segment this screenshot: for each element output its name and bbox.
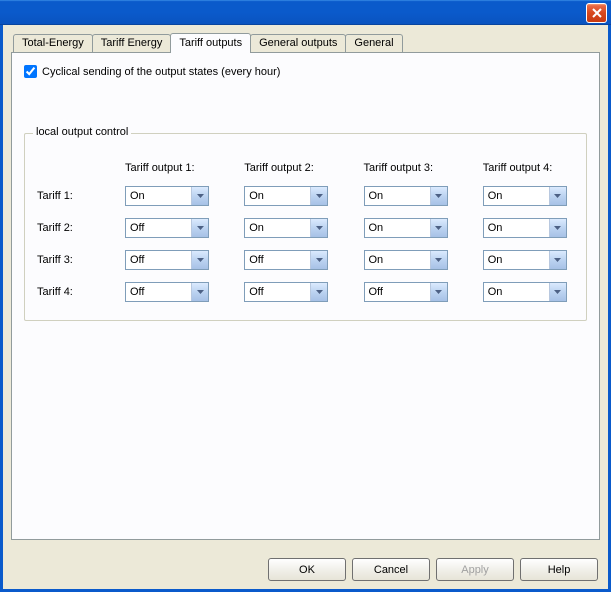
tab-total-energy[interactable]: Total-Energy [13,34,93,52]
chevron-down-icon [549,219,566,237]
chevron-down-icon [191,283,208,301]
chevron-down-icon [430,187,447,205]
chevron-down-icon [191,219,208,237]
chevron-down-icon [430,251,447,269]
col-head-2: Tariff output 2: [244,162,335,174]
tab-label: Tariff outputs [179,37,242,49]
chevron-down-icon [310,219,327,237]
select-value: Off [126,251,191,269]
select-value: On [365,251,430,269]
row-head-3: Tariff 3: [37,254,97,266]
select-value: Off [365,283,430,301]
tab-label: General outputs [259,37,337,49]
select-value: Off [245,251,310,269]
chevron-down-icon [430,219,447,237]
select-value: On [484,251,549,269]
select-value: Off [126,219,191,237]
tab-tariff-energy[interactable]: Tariff Energy [92,34,172,52]
select-value: Off [245,283,310,301]
cyclical-sending-checkbox[interactable] [24,65,37,78]
tariff1-output2-select[interactable]: On [244,186,328,206]
tab-strip: Total-Energy Tariff Energy Tariff output… [13,33,600,52]
tariff2-output1-select[interactable]: Off [125,218,209,238]
chevron-down-icon [549,187,566,205]
close-button[interactable] [586,3,607,23]
chevron-down-icon [549,251,566,269]
cyclical-sending-label: Cyclical sending of the output states (e… [42,66,280,78]
button-label: Cancel [374,564,408,576]
button-label: Apply [461,564,489,576]
select-value: On [245,187,310,205]
select-value: Off [126,283,191,301]
select-value: On [245,219,310,237]
select-value: On [484,283,549,301]
button-label: OK [299,564,315,576]
grid-corner [37,168,97,169]
select-value: On [126,187,191,205]
tariff3-output2-select[interactable]: Off [244,250,328,270]
tariff2-output3-select[interactable]: On [364,218,448,238]
tab-panel: Cyclical sending of the output states (e… [11,52,600,540]
select-value: On [484,187,549,205]
chevron-down-icon [549,283,566,301]
local-output-control-group: local output control Tariff output 1: Ta… [24,133,587,321]
col-head-3: Tariff output 3: [364,162,455,174]
tariff4-output2-select[interactable]: Off [244,282,328,302]
chevron-down-icon [310,187,327,205]
select-value: On [484,219,549,237]
tariff3-output3-select[interactable]: On [364,250,448,270]
tab-general[interactable]: General [345,34,402,52]
tab-label: General [354,37,393,49]
chevron-down-icon [310,283,327,301]
title-bar [0,0,611,25]
row-head-2: Tariff 2: [37,222,97,234]
tariff3-output1-select[interactable]: Off [125,250,209,270]
cyclical-sending-row: Cyclical sending of the output states (e… [24,65,587,78]
tariff4-output3-select[interactable]: Off [364,282,448,302]
col-head-1: Tariff output 1: [125,162,216,174]
chevron-down-icon [191,187,208,205]
tab-general-outputs[interactable]: General outputs [250,34,346,52]
tariff1-output4-select[interactable]: On [483,186,567,206]
ok-button[interactable]: OK [268,558,346,581]
row-head-1: Tariff 1: [37,190,97,202]
group-title: local output control [33,126,131,138]
tariff1-output3-select[interactable]: On [364,186,448,206]
apply-button: Apply [436,558,514,581]
tariff4-output4-select[interactable]: On [483,282,567,302]
tab-label: Total-Energy [22,37,84,49]
close-icon [592,8,602,18]
output-grid: Tariff output 1: Tariff output 2: Tariff… [37,162,574,302]
dialog-button-row: OK Cancel Apply Help [268,558,598,581]
button-label: Help [548,564,571,576]
tariff2-output2-select[interactable]: On [244,218,328,238]
client-area: Total-Energy Tariff Energy Tariff output… [0,25,611,592]
chevron-down-icon [310,251,327,269]
tab-tariff-outputs[interactable]: Tariff outputs [170,33,251,53]
cancel-button[interactable]: Cancel [352,558,430,581]
select-value: On [365,219,430,237]
tab-label: Tariff Energy [101,37,163,49]
select-value: On [365,187,430,205]
tariff4-output1-select[interactable]: Off [125,282,209,302]
tariff3-output4-select[interactable]: On [483,250,567,270]
row-head-4: Tariff 4: [37,286,97,298]
chevron-down-icon [191,251,208,269]
tariff1-output1-select[interactable]: On [125,186,209,206]
chevron-down-icon [430,283,447,301]
help-button[interactable]: Help [520,558,598,581]
col-head-4: Tariff output 4: [483,162,574,174]
tariff2-output4-select[interactable]: On [483,218,567,238]
